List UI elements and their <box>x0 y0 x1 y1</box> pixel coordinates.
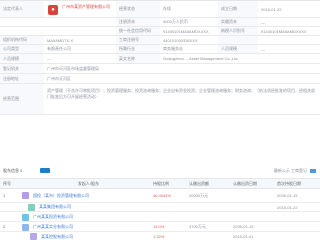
th-name: 发起人/股东 <box>77 181 100 186</box>
value-scope: 资产管理（不含许可审批项目）；投资管理服务；投资咨询服务；企业自有资金投资；企业… <box>47 88 315 99</box>
value-address: 广州市天河区 <box>47 75 71 81</box>
info-row: 注册资本 4000万人民币 实缴资本 — <box>0 18 320 27</box>
label-staff: 人员规模 <box>0 54 44 63</box>
shareholder-name-link[interactable]: 某某控股有限公司 <box>38 232 128 240</box>
label-credit-code: 统一社会信用代码 <box>116 27 160 35</box>
label-org-code: 组织机构代码 <box>0 36 44 44</box>
label-address: 注册地址 <box>0 74 44 83</box>
ratio: 1.32% <box>153 234 165 239</box>
shareholder-avatar <box>22 192 29 199</box>
shareholder-name-link[interactable]: 某某集团有限公司 <box>36 203 126 211</box>
value-staff-size: — <box>261 46 265 52</box>
company-logo: ● <box>48 5 58 15</box>
value-english-name: Guangzhou ... Asset Management Co.,Ltd. <box>163 56 239 61</box>
value-authority: 广州市天河区市场监督管理局 <box>47 65 99 71</box>
shareholder-avatar <box>28 204 35 211</box>
date: 2015-01-01 <box>233 234 254 239</box>
table-row[interactable]: 广州某某投资有限公司 <box>0 212 320 222</box>
info-row: 公司类型 有限责任公司 所属行业 商务服务业 人员规模 — <box>0 45 320 54</box>
shareholders-section-header: 股东信息 5 最新公示 工商登记 <box>0 166 320 176</box>
value-tax-id: 91440101MA5AMDXXXX <box>261 28 307 34</box>
value-company-type: 有限责任公司 <box>47 46 71 51</box>
date: 2035-01-15 <box>233 224 254 229</box>
shareholder-name-link[interactable]: 广州某某投资有限公司 <box>30 212 120 221</box>
value-reg-capital: 4000万人民币 <box>163 19 188 24</box>
row-index: 1 <box>3 193 6 198</box>
th-amount: 认缴出资额 <box>189 181 209 186</box>
date: 2035-01-15 <box>277 193 298 198</box>
label-status: 经营状态 <box>116 1 160 17</box>
info-row-scope: 经营范围 资产管理（不含许可审批项目）；投资管理服务；投资咨询服务；企业自有资金… <box>0 84 320 115</box>
shareholder-name-link[interactable]: 国投（某市）投资管理有限公司 <box>30 189 120 202</box>
value-status: 存续 <box>163 6 171 11</box>
value-credit-code: 91440101MA5AMDXXXX <box>163 28 209 34</box>
shareholder-avatar <box>22 224 29 231</box>
shareholders-table: 序号 发起人/股东 持股比例 认缴出资额 认缴出资日期 首次持股日期 1 国投（… <box>0 178 320 240</box>
export-button[interactable] <box>40 168 50 173</box>
info-row: 登记机关 广州市天河区市场监督管理局 <box>0 64 320 74</box>
label-blank <box>218 36 258 44</box>
ratio: 15.0% <box>153 224 165 229</box>
label-founded: 成立日期 <box>218 1 258 17</box>
th-ratio: 持股比例 <box>153 181 169 186</box>
basic-info-table: 法定代表人 ● 广州市某资产管理有限公司 经营状态 存续 成立日期 2015-0… <box>0 0 320 165</box>
value-founded: 2015-01-22 <box>261 6 282 12</box>
label-legal-rep: 法定代表人 <box>0 1 44 17</box>
label-reg-capital: 注册资本 <box>116 18 160 26</box>
amount: 20000万元 <box>189 192 209 198</box>
info-row: 法定代表人 ● 广州市某资产管理有限公司 经营状态 存续 成立日期 2015-0… <box>0 1 320 18</box>
info-row: 人员规模 — 英文名称 Guangzhou ... Asset Manageme… <box>0 54 320 64</box>
table-row[interactable]: 2 广州某某实业有限公司 15.0% 4700万元 2035-01-15 <box>0 222 320 232</box>
value-industry: 商务服务业 <box>163 46 183 51</box>
info-row: 注册地址 广州市天河区 <box>0 74 320 84</box>
th-index: 序号 <box>3 181 11 186</box>
download-icon[interactable] <box>310 168 316 173</box>
info-row: 组织机构代码 MA5AMD7X-X 工商注册号 440101000336XXX <box>0 36 320 45</box>
value-staff: — <box>47 56 51 61</box>
label-scope: 经营范围 <box>0 84 44 114</box>
row-index: 2 <box>3 224 6 229</box>
info-spacer <box>0 115 320 165</box>
th-first-date: 首次持股日期 <box>277 181 301 186</box>
legal-rep-name-link[interactable]: 广州市某资产管理有限公司 <box>62 4 114 9</box>
ratio: 46.3544% <box>153 193 172 198</box>
label-english-name: 英文名称 <box>116 54 160 63</box>
label-industry: 所属行业 <box>116 45 160 53</box>
table-row[interactable]: 某某控股有限公司 1.32% 2015-01-01 <box>0 232 320 240</box>
value-org-code: MA5AMD7X-X <box>47 37 74 43</box>
label-authority: 登记机关 <box>0 64 44 73</box>
label-reg-no: 工商注册号 <box>116 36 160 44</box>
shareholder-name-link[interactable]: 广州某某实业有限公司 <box>30 222 120 231</box>
th-date: 认缴出资日期 <box>233 181 257 186</box>
date: 2015-01-22 <box>277 204 298 210</box>
label-tax-id: 纳税人识别号 <box>218 27 258 35</box>
section-title: 股东信息 5 <box>3 168 23 173</box>
info-row: 统一社会信用代码 91440101MA5AMDXXXX 纳税人识别号 91440… <box>0 27 320 36</box>
section-tabs[interactable]: 最新公示 工商登记 <box>274 168 316 174</box>
table-row[interactable]: 1 国投（某市）投资管理有限公司 46.3544% 20000万元 2035-0… <box>0 189 320 203</box>
shareholder-avatar <box>30 233 37 240</box>
value-paid-capital: — <box>261 19 265 25</box>
shareholder-avatar <box>22 214 29 221</box>
label-paid-capital: 实缴资本 <box>218 18 258 26</box>
label-company-type: 公司类型 <box>0 45 44 53</box>
table-row[interactable]: 某某集团有限公司 2015-01-22 <box>0 203 320 212</box>
amount: 4700万元 <box>189 223 206 229</box>
value-reg-no: 440101000336XXX <box>163 37 198 43</box>
label-staff-size: 人员规模 <box>218 45 258 53</box>
section-count: 5 <box>20 168 23 173</box>
table-header: 序号 发起人/股东 持股比例 认缴出资额 认缴出资日期 首次持股日期 <box>0 179 320 189</box>
